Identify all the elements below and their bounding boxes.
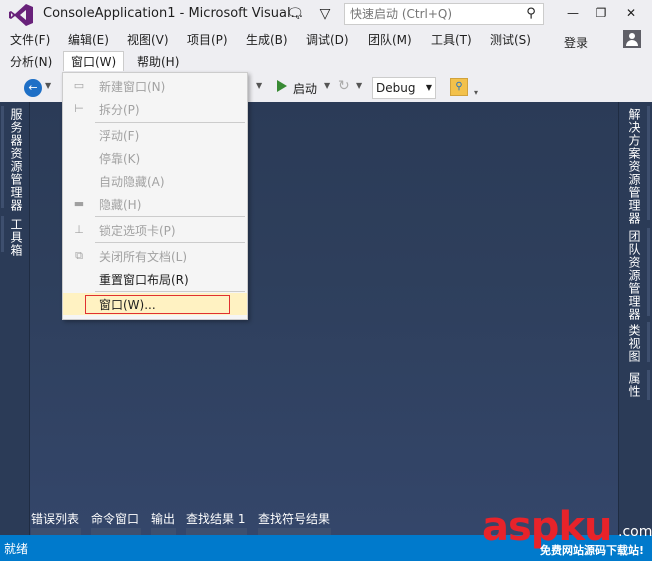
right-dock-strip: 解决方案资源管理器 团队资源管理器 类视图 属性 xyxy=(618,102,652,535)
menu-item-label: 锁定选项卡(P) xyxy=(99,224,176,238)
menu-item-dock[interactable]: 停靠(K) xyxy=(63,147,247,169)
tab-indicator xyxy=(647,106,650,220)
menu-bar: 文件(F) 编辑(E) 视图(V) 项目(P) 生成(B) 调试(D) 团队(M… xyxy=(0,30,652,74)
menu-item-label: 关闭所有文档(L) xyxy=(99,250,188,264)
tab-indicator xyxy=(258,528,331,535)
pin-icon: ⊥ xyxy=(74,223,84,236)
status-text: 就绪 xyxy=(4,542,29,556)
filter-icon[interactable]: ▽ xyxy=(315,4,335,24)
title-bar: ConsoleApplication1 - Microsoft Visual..… xyxy=(0,0,652,30)
left-dock-strip: 服务器资源管理器 工具箱 xyxy=(0,102,30,535)
menu-tools[interactable]: 工具(T) xyxy=(430,30,473,50)
search-icon[interactable]: ⚲ xyxy=(522,4,540,24)
menu-item-label: 新建窗口(N) xyxy=(99,80,166,94)
configuration-select[interactable]: Debug ▼ xyxy=(372,77,436,99)
aspku-watermark: aspku .com 免费网站源码下载站! xyxy=(478,502,652,561)
quick-launch-input[interactable] xyxy=(345,4,521,24)
close-button[interactable]: ✕ xyxy=(618,2,644,24)
menu-item-label: 重置窗口布局(R) xyxy=(99,273,189,287)
login-link[interactable]: 登录 xyxy=(564,33,588,53)
chevron-down-icon: ▼ xyxy=(425,83,432,92)
hide-icon: ▬ xyxy=(73,197,85,210)
menu-separator xyxy=(95,291,245,292)
menu-item-label: 停靠(K) xyxy=(99,152,141,166)
menu-debug[interactable]: 调试(D) xyxy=(305,30,350,50)
platform-dropdown-icon[interactable]: ▼ xyxy=(256,81,262,90)
menu-window[interactable]: 窗口(W) xyxy=(63,51,125,71)
menu-project[interactable]: 项目(P) xyxy=(186,30,229,50)
menu-file[interactable]: 文件(F) xyxy=(9,30,51,50)
refresh-dropdown-icon: ▼ xyxy=(356,81,363,90)
back-dropdown-icon[interactable]: ▼ xyxy=(45,81,51,90)
toolbar-overflow-icon[interactable]: ▾ xyxy=(474,88,478,97)
menu-item-split[interactable]: ⊢ 拆分(P) xyxy=(63,98,247,120)
tab-indicator xyxy=(1,216,4,252)
menu-item-pin-tab[interactable]: ⊥ 锁定选项卡(P) xyxy=(63,219,247,241)
close-all-icon: ⧉ xyxy=(75,249,83,262)
menu-build[interactable]: 生成(B) xyxy=(245,30,289,50)
quick-launch-box[interactable]: ⚲ xyxy=(344,3,544,25)
menu-item-new-window[interactable]: ▭ 新建窗口(N) xyxy=(63,75,247,97)
feedback-icon[interactable]: 🗨 xyxy=(285,4,305,24)
tab-indicator xyxy=(647,228,650,316)
tab-indicator xyxy=(1,106,4,208)
tab-indicator xyxy=(151,528,176,535)
configuration-value: Debug xyxy=(376,81,416,95)
menu-test[interactable]: 测试(S) xyxy=(489,30,532,50)
start-dropdown-icon[interactable]: ▼ xyxy=(324,81,330,90)
menu-item-label: 拆分(P) xyxy=(99,103,140,117)
menu-item-close-all-documents[interactable]: ⧉ 关闭所有文档(L) xyxy=(63,245,247,267)
watermark-slogan: 免费网站源码下载站! xyxy=(540,544,645,557)
error-list-tab[interactable]: 错误列表 xyxy=(31,510,79,528)
menu-analyze[interactable]: 分析(N) xyxy=(9,52,53,72)
tab-indicator xyxy=(31,528,81,535)
server-explorer-tab[interactable]: 服务器资源管理器 xyxy=(8,108,25,212)
visual-studio-logo-icon xyxy=(9,4,33,26)
menu-help[interactable]: 帮助(H) xyxy=(136,52,180,72)
menu-team[interactable]: 团队(M) xyxy=(367,30,413,50)
find-results-tab[interactable]: 查找结果 1 xyxy=(186,510,245,528)
tab-indicator xyxy=(647,370,650,400)
team-explorer-tab[interactable]: 团队资源管理器 xyxy=(626,230,643,321)
menu-item-windows[interactable]: 窗口(W)... xyxy=(63,293,247,315)
command-window-tab[interactable]: 命令窗口 xyxy=(91,510,139,528)
start-play-icon[interactable] xyxy=(277,80,287,92)
menu-item-float[interactable]: 浮动(F) xyxy=(63,124,247,146)
menu-item-label: 浮动(F) xyxy=(99,129,140,143)
menu-item-auto-hide[interactable]: 自动隐藏(A) xyxy=(63,170,247,192)
menu-view[interactable]: 视图(V) xyxy=(126,30,170,50)
start-button[interactable]: 启动 xyxy=(293,80,317,97)
menu-item-label: 窗口(W)... xyxy=(99,298,156,312)
properties-tab[interactable]: 属性 xyxy=(626,372,643,398)
avatar-icon[interactable] xyxy=(623,30,641,48)
find-symbol-results-tab[interactable]: 查找符号结果 xyxy=(258,510,330,528)
tab-indicator xyxy=(647,322,650,362)
back-icon[interactable]: ← xyxy=(24,79,42,97)
minimize-button[interactable]: — xyxy=(560,2,586,24)
class-view-tab[interactable]: 类视图 xyxy=(626,324,643,363)
menu-separator xyxy=(95,122,245,123)
menu-separator xyxy=(95,242,245,243)
window-menu-dropdown: ▭ 新建窗口(N) ⊢ 拆分(P) 浮动(F) 停靠(K) 自动隐藏(A) ▬ … xyxy=(62,72,248,320)
split-icon: ⊢ xyxy=(74,102,84,115)
watermark-tld: .com xyxy=(618,524,652,540)
tab-indicator xyxy=(91,528,141,535)
solution-explorer-tab[interactable]: 解决方案资源管理器 xyxy=(626,108,643,225)
tab-indicator xyxy=(186,528,247,535)
window-title: ConsoleApplication1 - Microsoft Visual..… xyxy=(43,6,303,21)
restore-button[interactable]: ❐ xyxy=(588,2,614,24)
menu-separator xyxy=(95,216,245,217)
refresh-icon: ↻ xyxy=(338,78,350,94)
menu-item-reset-layout[interactable]: 重置窗口布局(R) xyxy=(63,268,247,290)
new-window-icon: ▭ xyxy=(73,79,85,92)
menu-item-hide[interactable]: ▬ 隐藏(H) xyxy=(63,193,247,215)
menu-item-label: 隐藏(H) xyxy=(99,198,142,212)
menu-edit[interactable]: 编辑(E) xyxy=(67,30,110,50)
menu-item-label: 自动隐藏(A) xyxy=(99,175,165,189)
find-in-files-icon[interactable]: ⚲ xyxy=(450,78,468,96)
output-tab[interactable]: 输出 xyxy=(151,510,175,528)
toolbox-tab[interactable]: 工具箱 xyxy=(8,218,25,257)
